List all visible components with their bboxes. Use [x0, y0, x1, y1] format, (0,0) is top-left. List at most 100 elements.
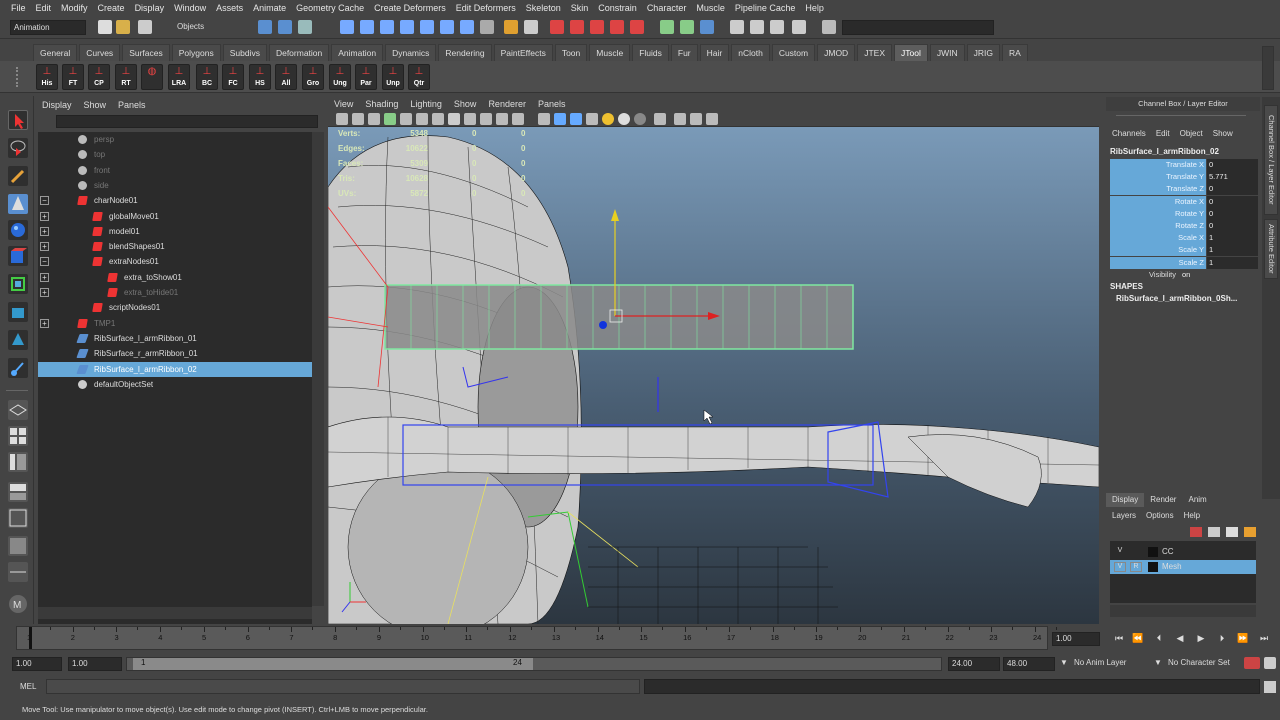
expand-toggle-icon[interactable]: + [40, 272, 49, 282]
shelf-tab-jwin[interactable]: JWIN [929, 44, 965, 61]
playback-end-field[interactable]: 24.00 [948, 657, 1000, 671]
shelf-button-lra[interactable]: ⊥ LRA [168, 64, 190, 90]
select-component-icon[interactable] [298, 20, 312, 34]
last-tool-icon[interactable] [8, 358, 28, 378]
menu-pipeline-cache[interactable]: Pipeline Cache [730, 0, 801, 17]
shelf-button-gro[interactable]: ⊥ Gro [302, 64, 324, 90]
tab-attribute-editor[interactable]: Attribute Editor [1264, 219, 1278, 279]
layer-down-icon[interactable] [1244, 527, 1256, 537]
command-language-label[interactable]: MEL [20, 682, 36, 691]
shelf-menu-icon[interactable] [16, 67, 24, 87]
shelf-button-fc[interactable]: ⊥ FC [222, 64, 244, 90]
outliner-row-defaultobjectset[interactable]: defaultObjectSet [38, 377, 312, 392]
new-layer-icon[interactable] [1190, 527, 1202, 537]
shape-node-name[interactable]: RibSurface_l_armRibbon_0Sh... [1116, 294, 1237, 303]
channel-value-field[interactable]: 0 [1207, 159, 1258, 171]
menu-geometry-cache[interactable]: Geometry Cache [291, 0, 369, 17]
anim-layer-dropdown[interactable]: No Anim Layer [1074, 658, 1126, 667]
channel-rotate-y[interactable]: Rotate Y0 [1110, 207, 1260, 220]
layer-display-type-toggle[interactable] [1130, 547, 1142, 557]
go-to-start-icon[interactable]: ⏮ [1112, 632, 1126, 644]
select-tool-icon[interactable] [8, 110, 28, 130]
output-ops-icon[interactable] [680, 20, 694, 34]
channel-value-field[interactable]: 1 [1207, 244, 1258, 257]
shelf-button-all[interactable]: ⊥ All [275, 64, 297, 90]
channel-value-field[interactable]: 0 [1207, 183, 1258, 196]
input-ops-icon[interactable] [660, 20, 674, 34]
shelf-button-ft[interactable]: ⊥ FT [62, 64, 84, 90]
outliner-row-scriptnodes01[interactable]: scriptNodes01 [38, 300, 312, 315]
outliner-row-top[interactable]: top [38, 147, 312, 162]
layer-color-swatch[interactable] [1148, 547, 1158, 557]
new-layer-selected-icon[interactable] [1208, 527, 1220, 537]
outliner-row-globalmove01[interactable]: + globalMove01 [38, 209, 312, 224]
channel-visibility[interactable]: Visibility on [1110, 269, 1260, 281]
step-forward-key-icon[interactable]: ⏵ [1215, 632, 1229, 644]
shelf-tab-curves[interactable]: Curves [79, 44, 121, 61]
channel-box-object-name[interactable]: RibSurface_l_armRibbon_02 [1110, 147, 1219, 156]
shelf-button-hs[interactable]: ⊥ HS [249, 64, 271, 90]
viewport-menu-lighting[interactable]: Lighting [410, 97, 442, 112]
shelf-tab-toon[interactable]: Toon [554, 44, 588, 61]
mask-surfaces-icon[interactable] [400, 20, 414, 34]
playback-start-field[interactable]: 1.00 [68, 657, 122, 671]
channel-name[interactable]: Translate Z [1110, 183, 1206, 196]
shelf-tab-painteffects[interactable]: PaintEffects [493, 44, 553, 61]
menu-assets[interactable]: Assets [211, 0, 248, 17]
mask-joints-icon[interactable] [360, 20, 374, 34]
layer-up-icon[interactable] [1226, 527, 1238, 537]
expand-toggle-icon[interactable]: + [40, 211, 49, 221]
resolution-gate-icon[interactable] [432, 113, 444, 125]
persp-outliner-layout-icon[interactable] [8, 452, 28, 472]
highlight-selection-icon[interactable] [524, 20, 538, 34]
layer-menu-layers[interactable]: Layers [1112, 509, 1136, 523]
expand-toggle-icon[interactable]: − [40, 257, 49, 267]
shelf-button-his[interactable]: ⊥ His [36, 64, 58, 90]
channel-menu-show[interactable]: Show [1213, 127, 1233, 141]
menu-skeleton[interactable]: Skeleton [521, 0, 566, 17]
menu-animate[interactable]: Animate [248, 0, 291, 17]
viewport-scene[interactable]: Verts: 5348 0 0 Edges: 10622 0 0 Faces: 5309 0 0 Tri… [328, 127, 1099, 624]
script-editor-icon[interactable] [1264, 681, 1276, 693]
outliner-row-extra-tohide01[interactable]: + extra_toHide01 [38, 285, 312, 300]
channel-translate-x[interactable]: Translate X0 [1110, 159, 1260, 171]
shelf-tab-subdivs[interactable]: Subdivs [222, 44, 267, 61]
tab-channel-box[interactable]: Channel Box / Layer Editor [1264, 105, 1278, 215]
layer-visibility-toggle[interactable]: V [1114, 562, 1126, 572]
rotate-tool-icon[interactable] [8, 220, 28, 240]
layer-color-swatch[interactable] [1148, 562, 1158, 572]
safe-action-icon[interactable] [480, 113, 492, 125]
channel-name[interactable]: Translate Y [1110, 171, 1206, 184]
outliner-filter-input[interactable] [56, 115, 318, 128]
shelf-button-qtr[interactable]: ⊥ Qtr [408, 64, 430, 90]
snap-view-plane-icon[interactable] [610, 20, 624, 34]
shelf-tab-surfaces[interactable]: Surfaces [122, 44, 170, 61]
go-to-end-icon[interactable]: ⏭ [1257, 632, 1271, 644]
field-chart-icon[interactable] [464, 113, 476, 125]
mask-curves-icon[interactable] [380, 20, 394, 34]
outliner-row-tmp1[interactable]: + TMP1 [38, 316, 312, 331]
select-object-icon[interactable] [278, 20, 292, 34]
viewport-menu-renderer[interactable]: Renderer [488, 97, 526, 112]
render-settings-icon[interactable] [770, 20, 784, 34]
command-input[interactable] [46, 679, 640, 694]
viewport-menu-show[interactable]: Show [454, 97, 477, 112]
shelf-tab-ncloth[interactable]: nCloth [731, 44, 770, 61]
select-camera-icon[interactable] [336, 113, 348, 125]
channel-name[interactable]: Scale Y [1110, 244, 1206, 257]
viewport-menu-panels[interactable]: Panels [538, 97, 566, 112]
layer-tab-render[interactable]: Render [1144, 493, 1182, 507]
channel-menu-edit[interactable]: Edit [1156, 127, 1170, 141]
shelf-tab-dynamics[interactable]: Dynamics [385, 44, 437, 61]
animation-start-field[interactable]: 1.00 [12, 657, 62, 671]
menu-file[interactable]: File [6, 0, 31, 17]
outliner-layout-icon[interactable] [8, 536, 28, 556]
wireframe-icon[interactable] [538, 113, 550, 125]
grid-icon[interactable] [400, 113, 412, 125]
channel-value-field[interactable]: 0 [1207, 220, 1258, 232]
outliner-hscrollbar[interactable] [38, 607, 312, 619]
snap-grid-icon[interactable] [550, 20, 564, 34]
smooth-shade-icon[interactable] [554, 113, 566, 125]
shelf-tab-muscle[interactable]: Muscle [589, 44, 631, 61]
step-forward-icon[interactable]: ⏩ [1236, 632, 1250, 644]
